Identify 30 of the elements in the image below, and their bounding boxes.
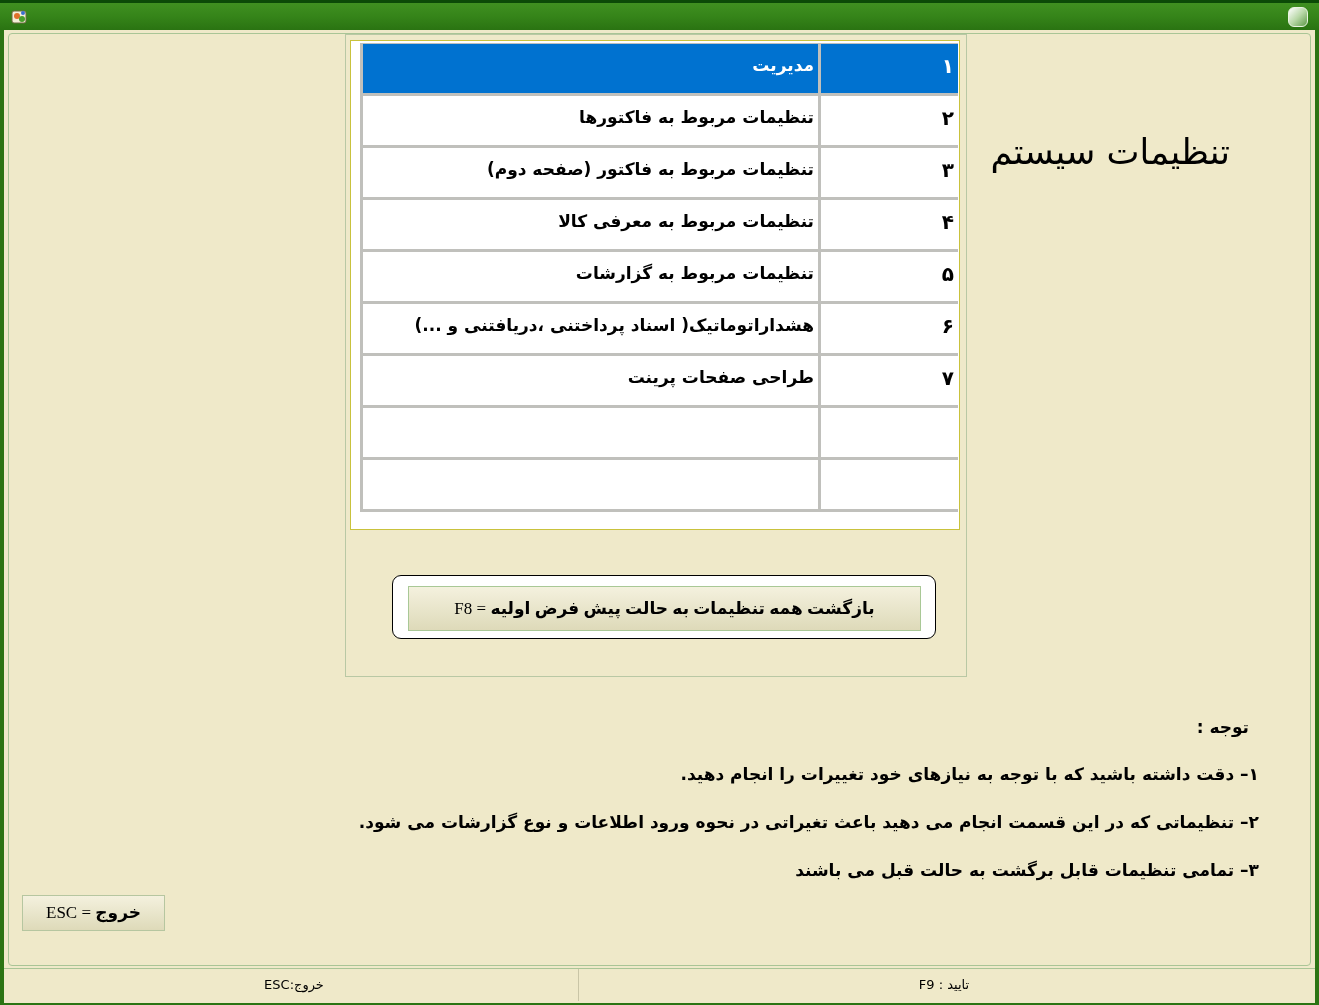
row-number: ۲ [818,96,958,145]
row-title: مدیریت [751,54,815,78]
note-text: ۱– دقت داشته باشید که با توجه به نیازهای خود تغییرات را انجام دهید. [680,763,1259,787]
row-title: تنظیمات مربوط به فاکتور (صفحه دوم) [485,158,815,182]
row-number: ۶ [818,304,958,353]
menu-row[interactable]: تنظیمات مربوط به فاکتور (صفحه دوم) ۳ [363,148,958,200]
window-button[interactable] [1288,6,1308,27]
menu-row[interactable]: تنظیمات مربوط به گزارشات ۵ [363,252,958,304]
row-title: تنظیمات مربوط به معرفی کالا [557,210,815,234]
menu-row[interactable]: مدیریت ۱ [363,44,958,96]
row-number: ۷ [818,356,958,405]
row-number: ۱ [818,44,958,93]
row-title: تنظیمات مربوط به فاکتورها [578,106,815,130]
menu-row[interactable]: تنظیمات مربوط به معرفی کالا ۴ [363,200,958,252]
row-number: ۴ [818,200,958,249]
notes-heading: توجه : [1196,716,1249,740]
menu-row[interactable]: هشداراتوماتیک( اسناد پرداختنی ،دریافتنی و ...) ۶ [363,304,958,356]
row-title: طراحی صفحات پرینت [626,366,815,390]
row-number: ۵ [818,252,958,301]
page-title: تنظیمات سیستم [990,131,1230,174]
row-title: هشداراتوماتیک( اسناد پرداختنی ،دریافتنی و ...) [413,314,815,338]
status-bar-item: تایید : F9 [578,969,1309,1001]
note-text: ۳– تمامی تنظیمات قابل برگشت به حالت قبل می باشند [795,859,1259,883]
row-number: ۳ [818,148,958,197]
note-text: ۲– تنظیماتی که در این قسمت انجام می دهید باعث تغیراتی در نحوه ورود اطلاعات و نوع گزارشات می شود. [358,811,1259,835]
status-bar-item: خروج:ESC [263,976,325,995]
menu-row[interactable]: تنظیمات مربوط به فاکتورها ۲ [363,96,958,148]
menu-row[interactable]: طراحی صفحات پرینت ۷ [363,356,958,408]
row-title: تنظیمات مربوط به گزارشات [574,262,815,286]
app-icon [11,8,28,25]
